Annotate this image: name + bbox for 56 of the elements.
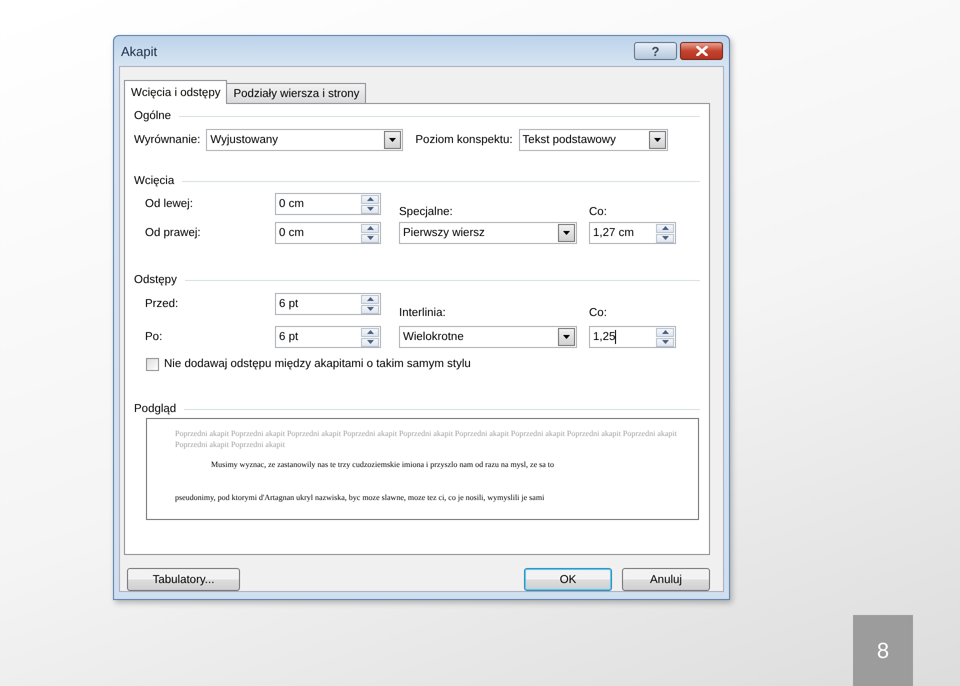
tab[interactable]: Podziały wiersza i strony xyxy=(226,83,366,103)
dialog-button[interactable]: Anuluj xyxy=(622,568,710,591)
window-title: Akapit xyxy=(121,44,158,58)
preview-text: pseudonimy, pod ktorymi d'Artagnan ukryl nazwiska, byc moze slawne, moze tez ci, co je nosili, wymyslili je sami xyxy=(175,492,546,503)
section-heading: Wcięcia xyxy=(134,175,174,187)
spin-up-icon[interactable] xyxy=(656,328,674,336)
dropdown-caret-icon xyxy=(558,328,575,346)
spin-down-icon[interactable] xyxy=(656,234,674,242)
dialog-button[interactable]: OK xyxy=(524,568,612,591)
field-label: Od prawej: xyxy=(145,227,202,239)
dropdown[interactable]: Pierwszy wiersz xyxy=(399,222,577,244)
help-button[interactable]: ? xyxy=(634,42,677,60)
dropdown[interactable]: Tekst podstawowy xyxy=(518,129,668,151)
slide-number: 8 xyxy=(876,638,890,664)
spin-up-icon[interactable] xyxy=(361,328,379,336)
dropdown[interactable]: Wielokrotne xyxy=(399,326,577,348)
spin-down-icon[interactable] xyxy=(361,338,379,346)
field-label: Poziom konspektu: xyxy=(415,134,513,146)
field-label: Od lewej: xyxy=(145,198,194,210)
field-label: Co: xyxy=(589,206,608,218)
spin-field[interactable]: 6 pt xyxy=(275,293,381,315)
dialog-button[interactable]: Tabulatory... xyxy=(127,568,240,591)
checkbox-label: Nie dodawaj odstępu między akapitami o takim samym stylu xyxy=(164,358,471,370)
close-button[interactable] xyxy=(680,42,723,60)
field-label: Po: xyxy=(145,331,164,343)
spin-down-icon[interactable] xyxy=(361,204,379,214)
spin-field[interactable]: 1,25 xyxy=(589,326,676,348)
field-label: Interlinia: xyxy=(399,307,447,319)
spin-field[interactable]: 0 cm xyxy=(275,193,381,215)
section-heading: Odstępy xyxy=(134,274,177,286)
checkbox[interactable] xyxy=(146,358,159,370)
section-heading: Podgląd xyxy=(134,403,176,415)
preview-text: Musimy wyznac, ze zastanowily nas te trzy cudzoziemskie imiona i przyszlo nam od razu na mysl, ze sa to xyxy=(210,459,556,470)
field-label: Wyrównanie: xyxy=(134,134,200,146)
dropdown[interactable]: Wyjustowany xyxy=(206,129,404,151)
spin-field[interactable]: 0 cm xyxy=(275,222,381,244)
spin-down-icon[interactable] xyxy=(361,304,379,314)
spin-up-icon[interactable] xyxy=(361,224,379,232)
dropdown-caret-icon xyxy=(384,131,402,149)
dropdown-caret-icon xyxy=(648,131,666,149)
dropdown-caret-icon xyxy=(558,224,575,242)
field-label: Co: xyxy=(589,307,608,319)
spin-up-icon[interactable] xyxy=(656,224,674,232)
preview-text: Poprzedni akapit Poprzedni akapit Poprzedni akapit Poprzedni akapit Poprzedni akapit Poprzedni akapit Poprzedni akapit Poprzedni akapit Poprzedni akapit Poprzedni akapit Poprzedni akapit xyxy=(175,428,678,450)
spin-down-icon[interactable] xyxy=(361,234,379,242)
field-label: Przed: xyxy=(145,298,180,310)
close-icon xyxy=(696,46,708,56)
spin-up-icon[interactable] xyxy=(361,194,379,204)
text-cursor xyxy=(615,330,616,344)
section-heading: Ogólne xyxy=(134,110,172,122)
tab[interactable]: Wcięcia i odstępy xyxy=(124,80,228,104)
spin-up-icon[interactable] xyxy=(361,294,379,304)
spin-down-icon[interactable] xyxy=(656,338,674,346)
spin-field[interactable]: 1,27 cm xyxy=(589,222,676,244)
spin-field[interactable]: 6 pt xyxy=(275,326,381,348)
field-label: Specjalne: xyxy=(399,206,454,218)
